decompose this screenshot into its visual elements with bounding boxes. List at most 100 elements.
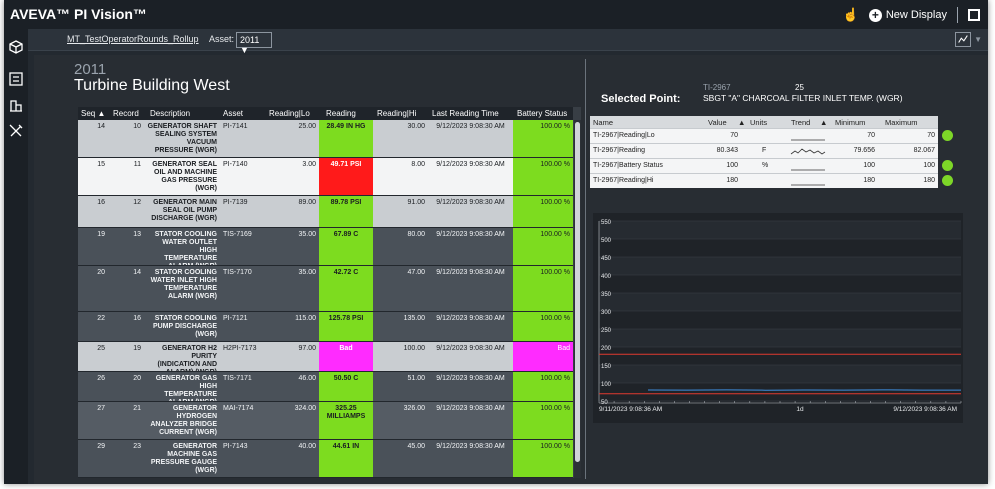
pt-col-trend[interactable]: Trend — [791, 118, 810, 127]
seq-cell: 16 — [97, 199, 105, 206]
trend-sparkline — [791, 169, 825, 171]
table-row[interactable]: 27 21 GENERATOR HYDROGEN ANALYZER BRIDGE C… — [78, 402, 573, 440]
y-tick-label: 550 — [601, 220, 612, 226]
col-reading-lo[interactable]: Reading|Lo — [269, 109, 310, 118]
seq-cell: 14 — [97, 123, 105, 130]
toolbar-right: ▼ — [955, 32, 982, 47]
asset-select[interactable]: 2011 ▼ — [236, 32, 272, 55]
asset-cell: PI-7140 — [223, 161, 248, 168]
selected-point-tag: TI-2967 — [703, 83, 731, 92]
col-description[interactable]: Description — [150, 109, 190, 118]
description-cell: GENERATOR H2 PURITY (INDICATION AND ALAR… — [157, 345, 218, 371]
trend-chart[interactable]: 550500450400350300250200150100509/11/202… — [593, 213, 963, 423]
y-tick-label: 150 — [601, 364, 612, 370]
battery-status-cell: 100.00 % — [513, 228, 573, 265]
x-axis-label-end: 9/12/2023 9:08:36 AM — [893, 406, 957, 413]
asset-cell: PI-7121 — [223, 315, 248, 322]
sort-asc-icon: ▲ — [820, 118, 828, 127]
table-body: 14 10 GENERATOR SHAFT SEALING SYSTEM VACUU… — [78, 120, 573, 478]
record-cell: 10 — [133, 123, 141, 130]
status-dot — [942, 175, 953, 186]
point-row[interactable]: TI-2967|Battery Status 100% 100 100 — [590, 158, 938, 173]
pt-col-units[interactable]: Units — [750, 118, 767, 127]
reading-hi-cell: 30.00 — [407, 123, 425, 130]
left-sidebar — [4, 29, 28, 484]
record-cell: 12 — [133, 199, 141, 206]
tools-icon[interactable] — [8, 123, 24, 139]
table-row[interactable]: 25 19 GENERATOR H2 PURITY (INDICATION AND … — [78, 342, 573, 372]
topbar-actions: ☝ + New Display — [843, 4, 980, 26]
description-cell: GENERATOR GAS HIGH TEMPERATURE ALARM (WG… — [155, 375, 217, 401]
pt-col-value[interactable]: Value — [708, 118, 727, 127]
last-reading-time-cell: 9/12/2023 9:08:30 AM — [436, 443, 505, 450]
grid-band — [599, 347, 961, 365]
reading-lo-cell: 35.00 — [298, 231, 316, 238]
list-icon[interactable] — [8, 71, 24, 87]
col-last-reading-time[interactable]: Last Reading Time — [432, 109, 499, 118]
asset-cell: PI-7143 — [223, 443, 248, 450]
table-row[interactable]: 26 20 GENERATOR GAS HIGH TEMPERATURE ALARM… — [78, 372, 573, 402]
chevron-down-icon[interactable]: ▼ — [974, 35, 982, 44]
pt-col-minimum[interactable]: Minimum — [835, 118, 865, 127]
reading-hi-cell: 100.00 — [403, 345, 425, 352]
point-value: 80.343 — [716, 147, 738, 154]
reading-hi-cell: 80.00 — [407, 231, 425, 238]
battery-status-cell: Bad — [513, 342, 573, 371]
x-axis-label-middle: 1d — [796, 406, 804, 413]
battery-status-cell: 100.00 % — [513, 402, 573, 439]
table-row[interactable]: 29 23 GENERATOR MACHINE GAS PRESSURE GAUGE… — [78, 440, 573, 478]
y-tick-label: 500 — [601, 238, 612, 244]
col-record[interactable]: Record — [113, 109, 139, 118]
col-battery-status[interactable]: Battery Status — [517, 109, 567, 118]
point-name: TI-2967|Reading|Hi — [593, 177, 654, 184]
col-asset[interactable]: Asset — [223, 109, 243, 118]
description-cell: STATOR COOLING WATER OUTLET HIGH TEMPERA… — [154, 231, 217, 265]
point-units: F — [762, 147, 767, 154]
last-reading-time-cell: 9/12/2023 9:08:30 AM — [436, 231, 505, 238]
battery-status-cell: 100.00 % — [513, 266, 573, 311]
seq-cell: 22 — [97, 315, 105, 322]
display-title: Turbine Building West — [74, 77, 230, 94]
table-row[interactable]: 14 10 GENERATOR SHAFT SEALING SYSTEM VACUU… — [78, 120, 573, 158]
col-seq[interactable]: Seq ▲ — [81, 109, 105, 118]
col-reading-hi[interactable]: Reading|Hi — [377, 109, 416, 118]
point-row[interactable]: TI-2967|Reading|Lo 70 70 70 — [590, 128, 938, 143]
new-display-button[interactable]: + New Display — [868, 8, 947, 22]
pt-col-maximum[interactable]: Maximum — [885, 118, 918, 127]
readings-table: Seq ▲ Record Description Asset Reading|L… — [78, 107, 581, 478]
asset-cell: PI-7139 — [223, 199, 248, 206]
reading-hi-cell: 135.00 — [403, 315, 425, 322]
display-toolbar: MT_TestOperatorRounds_Rollup Asset: 2011… — [28, 29, 988, 55]
col-reading[interactable]: Reading — [326, 109, 356, 118]
building-icon[interactable] — [8, 97, 24, 113]
point-value: 100 — [726, 162, 738, 169]
scroll-thumb[interactable] — [575, 122, 580, 462]
reading-cell: 67.89 C — [319, 228, 373, 265]
seq-cell: 25 — [97, 345, 105, 352]
point-row[interactable]: TI-2967|Reading|Hi 180 180 180 — [590, 173, 938, 188]
record-cell: 20 — [133, 375, 141, 382]
reading-hi-cell: 8.00 — [411, 161, 425, 168]
table-scrollbar[interactable] — [574, 120, 581, 478]
battery-status-cell: 100.00 % — [513, 196, 573, 227]
point-name: TI-2967|Battery Status — [593, 162, 663, 169]
table-row[interactable]: 20 14 STATOR COOLING WATER INLET HIGH TEMP… — [78, 266, 573, 312]
table-row[interactable]: 22 16 STATOR COOLING PUMP DISCHARGE (WGR) P… — [78, 312, 573, 342]
cube-icon[interactable] — [8, 39, 24, 55]
selected-point-description: SBGT "A" CHARCOAL FILTER INLET TEMP. (WG… — [703, 93, 903, 103]
point-table-body: TI-2967|Reading|Lo 70 70 70 TI-2967|Reading 8… — [590, 128, 938, 188]
reading-lo-cell: 35.00 — [298, 269, 316, 276]
trend-icon[interactable] — [955, 32, 972, 47]
pt-col-name[interactable]: Name — [593, 118, 613, 127]
display-panel-icon[interactable] — [968, 9, 980, 21]
table-row[interactable]: 19 13 STATOR COOLING WATER OUTLET HIGH TEM… — [78, 228, 573, 266]
display-breadcrumb[interactable]: MT_TestOperatorRounds_Rollup — [67, 34, 199, 44]
description-cell: GENERATOR SHAFT SEALING SYSTEM VACUUM PR… — [147, 123, 217, 154]
table-header: Seq ▲ Record Description Asset Reading|L… — [78, 107, 573, 120]
panel-divider — [585, 59, 586, 479]
table-row[interactable]: 16 12 GENERATOR MAIN SEAL OIL PUMP DISCHAR… — [78, 196, 573, 228]
table-row[interactable]: 15 11 GENERATOR SEAL OIL AND MACHINE GAS P… — [78, 158, 573, 196]
point-row[interactable]: TI-2967|Reading 80.343 F 79.656 82.067 — [590, 143, 938, 158]
touch-icon[interactable]: ☝ — [843, 7, 859, 23]
trend-sparkline — [790, 148, 826, 155]
